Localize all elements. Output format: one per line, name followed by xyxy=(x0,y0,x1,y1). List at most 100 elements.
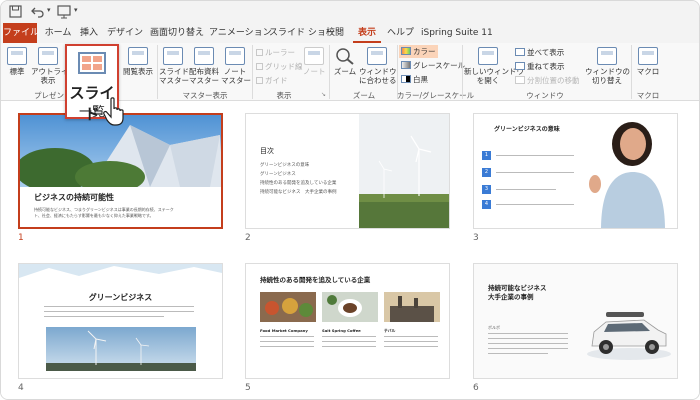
chevron-down-icon[interactable]: ▾ xyxy=(47,6,51,14)
tab-design[interactable]: デザイン xyxy=(106,23,144,43)
reading-view-icon xyxy=(128,47,148,65)
cascade-button[interactable]: 重ねて表示 xyxy=(515,61,565,72)
slide-thumbnail-1[interactable]: ビジネスの持続可能性 持続可能なビジネス、つまりグリーンビジネスは事業の長期的存… xyxy=(18,113,223,229)
slide-2-title: 目次 xyxy=(260,147,274,155)
outline-view-icon xyxy=(38,47,58,65)
tab-animations[interactable]: アニメーション xyxy=(209,23,272,43)
slide-thumbnail-5[interactable]: 持続性のある開発を追及している企業 Food Market Company Sa… xyxy=(245,263,450,379)
gridlines-label: グリッド線 xyxy=(265,62,303,71)
slide-number: 5 xyxy=(245,383,251,393)
tab-transitions[interactable]: 画面切り替え xyxy=(148,23,206,43)
step-badge: 3 xyxy=(482,185,491,194)
normal-view-icon xyxy=(7,47,27,65)
slide-thumbnail-3[interactable]: グリーンビジネスの意味 1 2 3 4 xyxy=(473,113,678,229)
tab-slideshow[interactable]: スライド ショー xyxy=(269,23,335,43)
text-line xyxy=(44,311,194,312)
color-swatch-icon xyxy=(401,47,411,55)
slide-2-item-3: 持続性のある開発を追及している企業 xyxy=(260,181,337,186)
tab-insert[interactable]: 挿入 xyxy=(77,23,101,43)
ruler-checkbox[interactable]: ルーラー xyxy=(256,47,295,58)
group-separator xyxy=(252,45,253,99)
reading-view-button[interactable]: 閲覧表示 xyxy=(121,47,155,76)
zoom-button[interactable]: ズーム xyxy=(332,47,358,76)
zoom-icon xyxy=(336,48,354,65)
slide-number: 4 xyxy=(18,383,24,393)
coffee-photo xyxy=(322,292,378,322)
powerpoint-window: ▾ ▾ ファイル ホーム 挿入 デザイン 画面切り替え アニメーション スライド… xyxy=(0,0,700,400)
undo-icon[interactable] xyxy=(31,5,45,18)
group-label-macro: マクロ xyxy=(636,91,660,100)
slide-number: 6 xyxy=(473,383,479,393)
new-window-label-2: を開く xyxy=(476,76,500,85)
factory-photo xyxy=(384,292,440,322)
group-label-show: 表示 xyxy=(276,91,292,100)
start-from-beginning-icon[interactable] xyxy=(56,4,72,19)
fit-label-1: ウィンドウ xyxy=(359,67,397,76)
slide-6-subtitle: ボルボ xyxy=(488,325,500,330)
slide-5-title: 持続性のある開発を追及している企業 xyxy=(260,276,371,284)
slide-thumbnail-6[interactable]: 持続可能なビジネス 大手企業の事例 ボルボ xyxy=(473,263,678,379)
notes-button[interactable]: ノート xyxy=(303,47,326,76)
arrange-all-button[interactable]: 並べて表示 xyxy=(515,47,564,58)
group-separator xyxy=(462,45,463,99)
handout-master-label-1: 配布資料 xyxy=(189,67,219,76)
checkbox-box xyxy=(256,77,263,84)
bw-swatch-icon xyxy=(401,75,411,83)
tab-file[interactable]: ファイル xyxy=(3,23,39,43)
tab-home[interactable]: ホーム xyxy=(43,23,73,43)
slide-2-item-1: グリーンビジネスの意味 xyxy=(260,163,310,168)
grayscale-button[interactable]: グレースケール xyxy=(401,60,465,71)
slide-thumbnail-2[interactable]: 目次 グリーンビジネスの意味 グリーンビジネス 持続性のある開発を追及している企… xyxy=(245,113,450,229)
group-label-color: カラー/グレースケール xyxy=(397,91,475,100)
slide-5-col-3: テバル xyxy=(384,328,396,333)
text-line xyxy=(260,336,314,337)
tab-view[interactable]: 表示 xyxy=(353,23,381,43)
macros-button[interactable]: マクロ xyxy=(634,47,662,76)
guides-checkbox[interactable]: ガイド xyxy=(256,75,288,86)
slide-number: 2 xyxy=(245,233,251,243)
save-icon[interactable] xyxy=(9,5,22,18)
outline-label-2: 表示 xyxy=(40,76,56,85)
slide-sorter-pane: ビジネスの持続可能性 持続可能なビジネス、つまりグリーンビジネスは事業の長期的存… xyxy=(1,102,699,399)
move-split-button[interactable]: 分割位置の移動 xyxy=(515,75,580,86)
switch-windows-button[interactable]: ウィンドウの 切り替え xyxy=(585,47,630,85)
fit-to-window-button[interactable]: ウィンドウ に合わせる xyxy=(359,47,397,85)
woman-photo xyxy=(589,122,665,228)
dialog-launcher-icon[interactable]: ↘ xyxy=(321,91,326,98)
slide-sorter-icon xyxy=(78,52,106,74)
text-line xyxy=(322,336,376,337)
tab-help[interactable]: ヘルプ xyxy=(387,23,414,43)
slide-number: 3 xyxy=(473,233,479,243)
hand-cursor-icon xyxy=(103,97,124,126)
outline-view-button[interactable]: アウトライン 表示 xyxy=(31,47,76,85)
switch-windows-icon xyxy=(597,47,617,65)
text-line xyxy=(384,336,438,337)
color-button[interactable]: カラー xyxy=(399,45,438,58)
handout-master-button[interactable]: 配布資料 マスター xyxy=(189,47,219,85)
customize-qat-icon[interactable]: ▾ xyxy=(74,6,78,14)
new-window-button[interactable]: 新しいウィンドウ を開く xyxy=(464,47,524,85)
black-white-button[interactable]: 白黒 xyxy=(401,74,428,85)
gridlines-checkbox[interactable]: グリッド線 xyxy=(256,61,303,72)
tab-review[interactable]: 校閲 xyxy=(323,23,347,43)
cascade-label: 重ねて表示 xyxy=(527,62,565,71)
slide-6-title-2: 大手企業の事例 xyxy=(488,293,534,301)
text-line xyxy=(322,341,376,342)
switch-windows-label-2: 切り替え xyxy=(592,76,622,85)
zoom-label: ズーム xyxy=(333,67,357,76)
slide-master-label-1: スライド xyxy=(159,67,189,76)
notes-master-label-2: マスター xyxy=(221,76,251,85)
slide-3-title: グリーンビジネスの意味 xyxy=(494,126,560,133)
slide-master-button[interactable]: スライド マスター xyxy=(159,47,189,85)
normal-view-label: 標準 xyxy=(9,67,25,76)
normal-view-button[interactable]: 標準 xyxy=(5,47,29,76)
text-line xyxy=(488,333,568,334)
slide-thumbnail-4[interactable]: グリーンビジネス xyxy=(18,263,223,379)
tab-ispring[interactable]: iSpring Suite 11 xyxy=(421,23,493,43)
guides-label: ガイド xyxy=(265,76,288,85)
notes-master-button[interactable]: ノート マスター xyxy=(221,47,251,85)
group-label-presentation: プレゼン xyxy=(34,91,64,100)
slide-5-col-1: Food Market Company xyxy=(260,328,308,333)
text-line xyxy=(384,341,438,342)
slide-1-body-2: ト、社会、経済にもたらす影響を最も少なく抑えた事業戦略です。 xyxy=(34,213,154,218)
